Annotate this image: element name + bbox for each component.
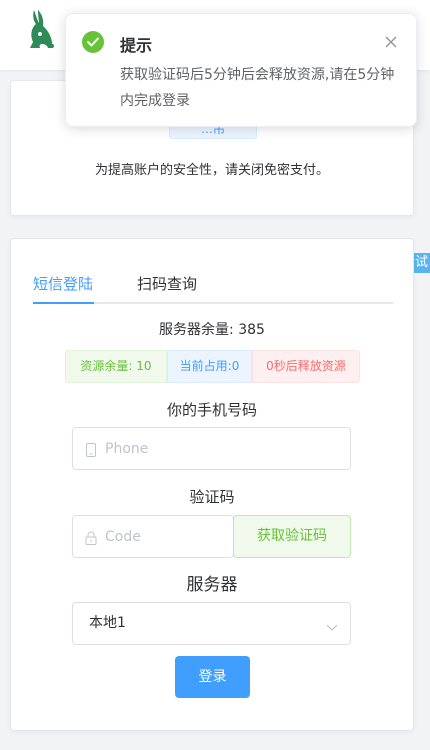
phone-icon (85, 442, 97, 457)
resource-remaining-badge: 资源余量: 10 (65, 350, 167, 383)
toast-message: 获取验证码后5分钟后会释放资源,请在5分钟内完成登录 (120, 67, 395, 109)
code-label: 验证码 (189, 488, 235, 506)
get-code-button[interactable]: 获取验证码 (233, 515, 351, 558)
server-count: 服务器余量: 385 (159, 322, 265, 338)
phone-field[interactable] (72, 427, 351, 470)
toast-title: 提示 (120, 36, 153, 55)
active-tab-indicator (33, 302, 94, 304)
tab-sms-login[interactable]: 短信登陆 (33, 273, 93, 301)
login-tabs: 短信登陆 扫码查询 (33, 273, 393, 305)
server-selected-value: 本地1 (89, 615, 126, 631)
chevron-down-icon (326, 618, 338, 631)
server-label: 服务器 (186, 575, 238, 595)
code-input[interactable] (105, 516, 233, 557)
notification-toast: 提示 获取验证码后5分钟后会释放资源,请在5分钟内完成登录 (65, 13, 417, 127)
login-button[interactable]: 登录 (175, 656, 250, 698)
server-select[interactable]: 本地1 (72, 602, 351, 645)
close-icon[interactable] (384, 34, 398, 48)
security-notice: 为提高账户的安全性，请关闭免密支付。 (94, 163, 329, 178)
tab-qr-query[interactable]: 扫码查询 (137, 273, 197, 301)
phone-input[interactable] (105, 428, 327, 469)
code-field[interactable] (72, 515, 234, 558)
phone-label: 你的手机号码 (166, 401, 257, 419)
login-card: 短信登陆 扫码查询 服务器余量: 385 资源余量: 10 当前占用:0 0秒后… (10, 238, 414, 731)
rabbit-logo-icon[interactable] (26, 8, 56, 50)
release-countdown-badge: 0秒后释放资源 (252, 350, 360, 383)
check-circle-icon (82, 31, 104, 53)
lock-icon (85, 530, 97, 545)
current-occupied-badge: 当前占用:0 (167, 350, 252, 383)
